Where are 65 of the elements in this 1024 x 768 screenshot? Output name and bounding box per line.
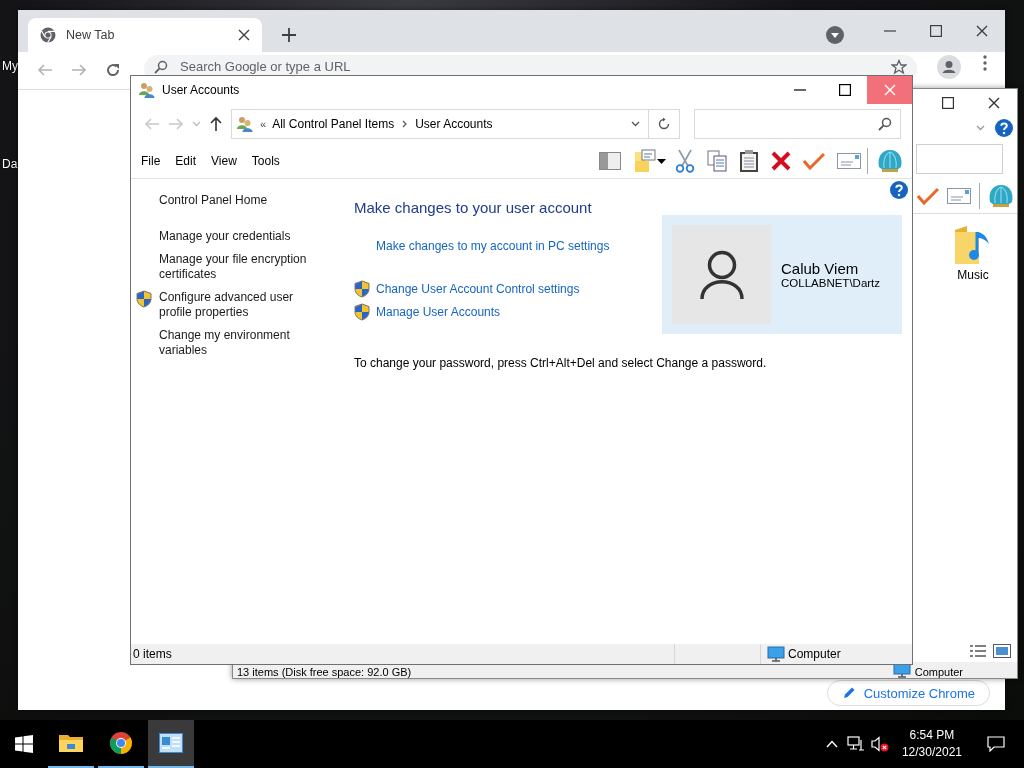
folder-label[interactable]: Music: [957, 268, 989, 282]
close-icon: [883, 84, 896, 96]
search-icon: [878, 117, 892, 131]
close-tab-icon[interactable]: [238, 29, 250, 41]
status-location: Computer: [788, 647, 841, 661]
taskbar-button[interactable]: [148, 720, 194, 768]
user-avatar-icon: [672, 225, 771, 324]
sidebar-link[interactable]: Manage your credentials: [159, 229, 319, 244]
sidebar-link[interactable]: Change my environment variables: [159, 328, 319, 358]
pencil-icon: [841, 686, 856, 700]
computer-icon: [767, 646, 785, 662]
computer-icon: [892, 662, 911, 678]
account-name: Calub Viem: [781, 260, 860, 277]
chrome-logo-icon: [40, 27, 56, 43]
menu-item[interactable]: View: [210, 152, 243, 170]
desktop-icon-label[interactable]: Da: [2, 157, 18, 171]
sidebar-link[interactable]: Manage your file encryption certificates: [159, 252, 319, 282]
breadcrumb-overflow[interactable]: «: [260, 118, 267, 130]
window-title: User Accounts: [162, 83, 240, 97]
details-view-icon[interactable]: [969, 644, 987, 658]
clock-date[interactable]: 12/30/2021: [901, 744, 962, 761]
help-icon[interactable]: [995, 119, 1013, 137]
chevron-icon: [402, 120, 408, 128]
maximize-icon: [838, 84, 851, 96]
browser-tab[interactable]: New Tab: [28, 18, 262, 52]
status-location: Computer: [914, 666, 963, 678]
desktop-icon-label[interactable]: My: [2, 59, 18, 73]
help-icon[interactable]: [890, 181, 908, 199]
refresh-button[interactable]: [649, 109, 680, 139]
folder-icon: [59, 733, 83, 753]
page-heading: Make changes to your user account: [354, 199, 593, 216]
search-icon: [154, 59, 168, 74]
task-link[interactable]: Make changes to my account in PC settings: [376, 238, 610, 253]
address-placeholder: Search Google or type a URL: [180, 59, 351, 74]
breadcrumb-item[interactable]: All Control Panel Items: [272, 117, 395, 131]
chrome-icon: [109, 731, 133, 755]
clock-time[interactable]: 6:54 PM: [909, 727, 955, 744]
task-link[interactable]: Change User Account Control settings: [376, 281, 580, 296]
menu-item[interactable]: Tools: [250, 152, 286, 170]
sidebar-link[interactable]: Control Panel Home: [159, 193, 319, 208]
sidebar-link[interactable]: Configure advanced user profile properties: [159, 290, 319, 320]
large-icons-view-icon[interactable]: [993, 644, 1011, 658]
status-text: 13 items (Disk free space: 92.0 GB): [237, 666, 412, 678]
dropdown-caret-icon[interactable]: [631, 121, 640, 127]
menu-item[interactable]: Edit: [174, 152, 203, 170]
breadcrumb-item[interactable]: User Accounts: [415, 117, 493, 131]
customize-button[interactable]: Customize Chrome: [826, 680, 990, 706]
status-text: 0 items: [133, 647, 172, 661]
shell-icon[interactable]: [988, 183, 1014, 209]
search-field[interactable]: [916, 144, 1003, 174]
star-icon[interactable]: [891, 59, 907, 74]
search-field[interactable]: [694, 109, 901, 139]
chevron-icon[interactable]: [976, 125, 985, 131]
windows-logo-icon: [15, 735, 33, 753]
menu-item[interactable]: File: [140, 152, 167, 170]
address-bar[interactable]: « All Control Panel Items User Accounts: [231, 109, 649, 139]
account-domain: COLLABNET\Dartz: [781, 277, 881, 289]
users-icon: [236, 115, 254, 133]
users-icon: [138, 81, 156, 99]
password-note: To change your password, press Ctrl+Alt+Del and select Change a password.: [354, 356, 768, 370]
profile-icon[interactable]: [937, 55, 961, 79]
tab-title: New Tab: [66, 28, 116, 42]
control-panel-icon: [159, 733, 183, 753]
refresh-icon: [657, 117, 671, 131]
task-link[interactable]: Manage User Accounts: [376, 304, 501, 319]
